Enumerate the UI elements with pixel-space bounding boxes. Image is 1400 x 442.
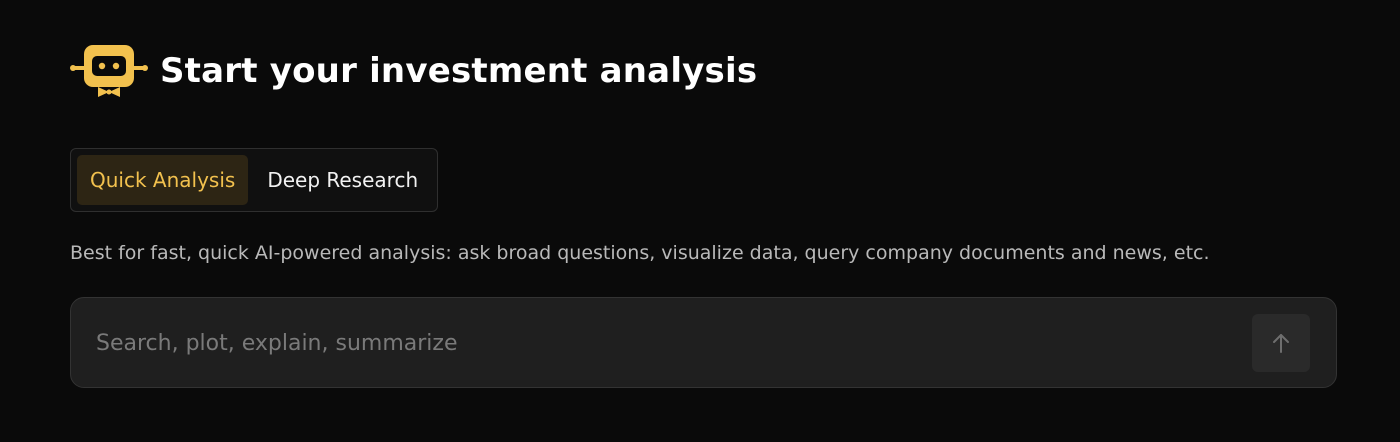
search-box bbox=[70, 297, 1337, 388]
page-title: Start your investment analysis bbox=[160, 51, 758, 91]
analysis-mode-tabs: Quick Analysis Deep Research bbox=[70, 148, 439, 212]
arrow-up-icon bbox=[1273, 334, 1289, 353]
mode-description: Best for fast, quick AI-powered analysis… bbox=[70, 242, 1210, 264]
search-input[interactable] bbox=[96, 320, 1236, 366]
robot-butler-icon bbox=[70, 45, 148, 97]
page-header: Start your investment analysis bbox=[70, 42, 757, 100]
tab-deep-research[interactable]: Deep Research bbox=[254, 155, 431, 205]
tab-quick-analysis[interactable]: Quick Analysis bbox=[77, 155, 249, 205]
submit-button[interactable] bbox=[1252, 314, 1310, 372]
page: Start your investment analysis Quick Ana… bbox=[0, 0, 1400, 442]
